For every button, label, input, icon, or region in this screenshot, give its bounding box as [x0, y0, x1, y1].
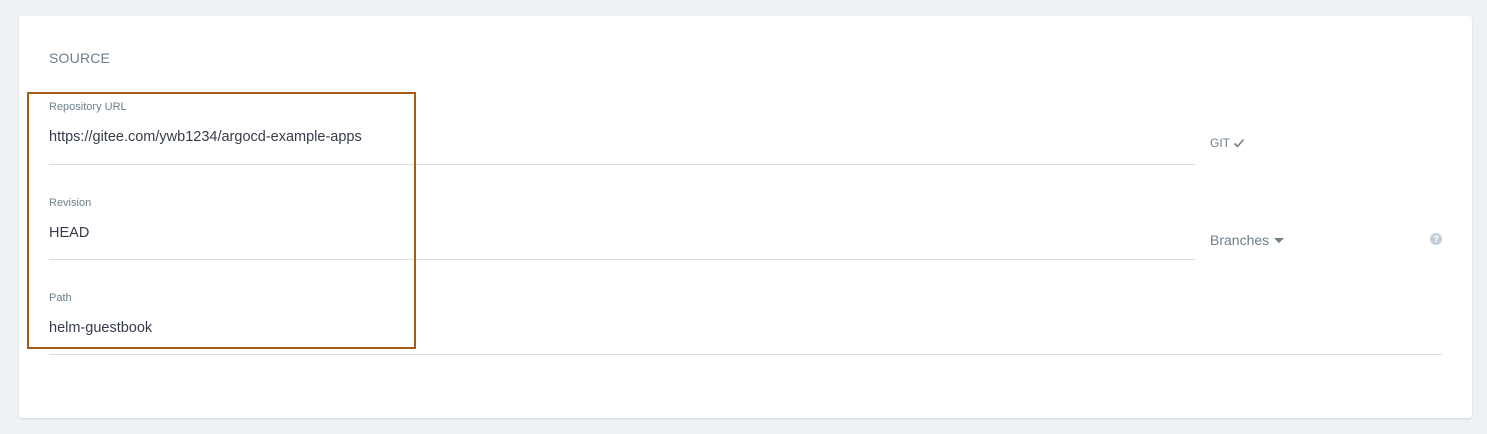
source-panel: [19, 16, 1472, 418]
section-title: SOURCE: [49, 50, 111, 66]
path-label: Path: [49, 292, 72, 304]
path-field[interactable]: helm-guestbook: [49, 320, 152, 336]
repo-url-label: Repository URL: [49, 101, 127, 113]
revision-field[interactable]: HEAD: [49, 225, 89, 241]
question-circle-icon[interactable]: ?: [1430, 233, 1442, 245]
path-underline: [49, 354, 1442, 355]
revision-type-dropdown[interactable]: Branches: [1210, 232, 1285, 248]
revision-label: Revision: [49, 197, 92, 209]
revision-type-label: Branches: [1210, 232, 1270, 248]
revision-underline: [49, 259, 1195, 260]
check-icon: [1233, 138, 1245, 148]
caret-down-icon: [1274, 237, 1285, 243]
repo-url-underline: [49, 164, 1195, 165]
repo-type-label: GIT: [1210, 136, 1230, 150]
repo-url-field[interactable]: https://gitee.com/ywb1234/argocd-example…: [49, 129, 362, 145]
repo-type-selector[interactable]: GIT: [1210, 136, 1245, 150]
